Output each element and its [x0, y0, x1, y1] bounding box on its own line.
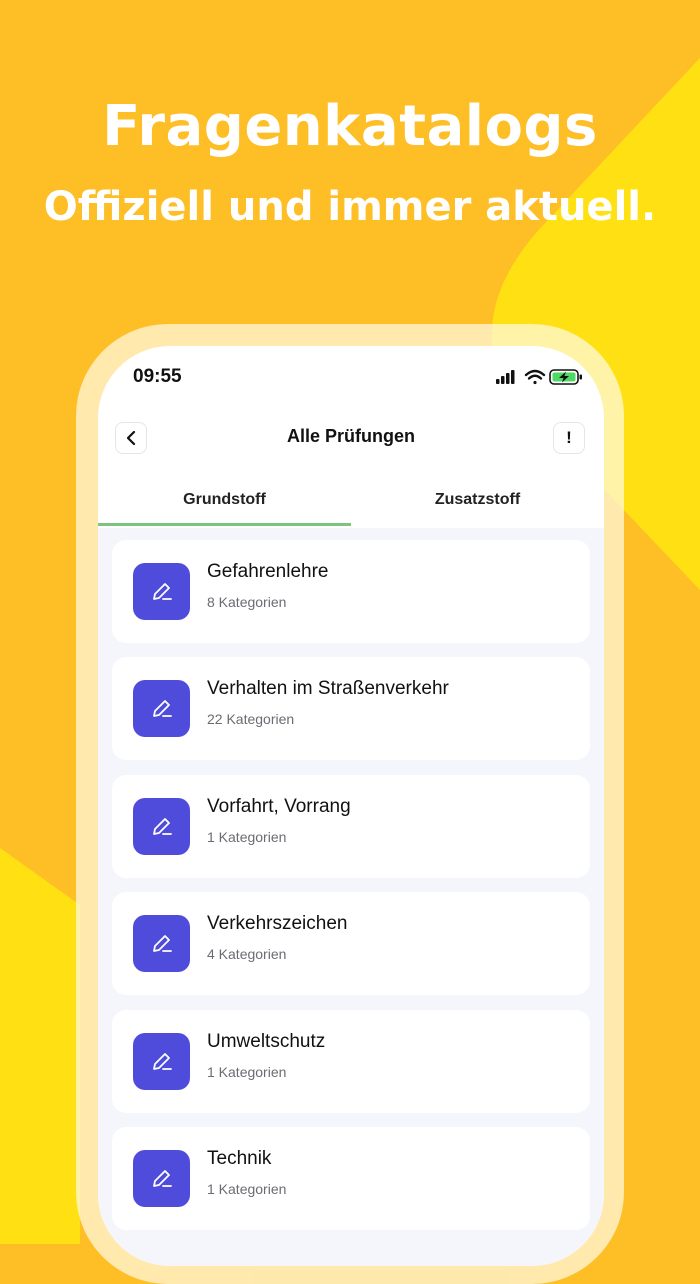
tab-bar: Grundstoff Zusatzstoff — [98, 480, 604, 528]
item-subtitle: 1 Kategorien — [207, 1181, 287, 1197]
pencil-icon — [133, 915, 190, 972]
item-subtitle: 4 Kategorien — [207, 946, 287, 962]
item-title: Vorfahrt, Vorrang — [207, 796, 351, 817]
pencil-icon — [133, 798, 190, 855]
category-list: Gefahrenlehre 8 Kategorien Verhalten im … — [98, 528, 604, 1266]
item-title: Umweltschutz — [207, 1031, 326, 1052]
info-button[interactable]: ! — [553, 422, 585, 454]
tab-grundstoff[interactable]: Grundstoff — [98, 480, 351, 526]
item-subtitle: 22 Kategorien — [207, 711, 295, 727]
status-time: 09:55 — [133, 366, 182, 387]
page-title: Alle Prüfungen — [286, 426, 415, 446]
item-title: Technik — [207, 1148, 272, 1169]
pencil-icon — [133, 680, 190, 737]
list-item[interactable]: Umweltschutz 1 Kategorien — [112, 1010, 590, 1113]
background-accent-bottom-left — [0, 848, 80, 1244]
item-title: Gefahrenlehre — [207, 561, 329, 582]
item-subtitle: 1 Kategorien — [207, 829, 287, 845]
tab-zusatzstoff[interactable]: Zusatzstoff — [351, 480, 604, 526]
list-item[interactable]: Vorfahrt, Vorrang 1 Kategorien — [112, 775, 590, 878]
promo-title: Fragenkatalogs — [102, 94, 598, 159]
pencil-icon — [133, 1033, 190, 1090]
item-subtitle: 8 Kategorien — [207, 594, 287, 610]
list-item[interactable]: Gefahrenlehre 8 Kategorien — [112, 540, 590, 643]
item-subtitle: 1 Kategorien — [207, 1064, 287, 1080]
pencil-icon — [133, 563, 190, 620]
list-item[interactable]: Technik 1 Kategorien — [112, 1127, 590, 1230]
promo-subtitle: Offiziell und immer aktuell. — [43, 184, 657, 230]
phone-screen: 09:55 Alle Prüfungen ! Grundstoff Zusatz… — [98, 346, 604, 1266]
list-item[interactable]: Verhalten im Straßenverkehr 22 Kategorie… — [112, 657, 590, 760]
status-icons — [496, 366, 586, 392]
item-title: Verkehrszeichen — [207, 913, 348, 934]
list-item[interactable]: Verkehrszeichen 4 Kategorien — [112, 892, 590, 995]
item-title: Verhalten im Straßenverkehr — [207, 678, 449, 699]
wifi-icon — [524, 369, 546, 385]
info-icon: ! — [566, 428, 572, 447]
signal-icon — [496, 370, 515, 384]
battery-charging-icon — [549, 369, 582, 385]
active-tab-indicator — [98, 523, 351, 526]
pencil-icon — [133, 1150, 190, 1207]
